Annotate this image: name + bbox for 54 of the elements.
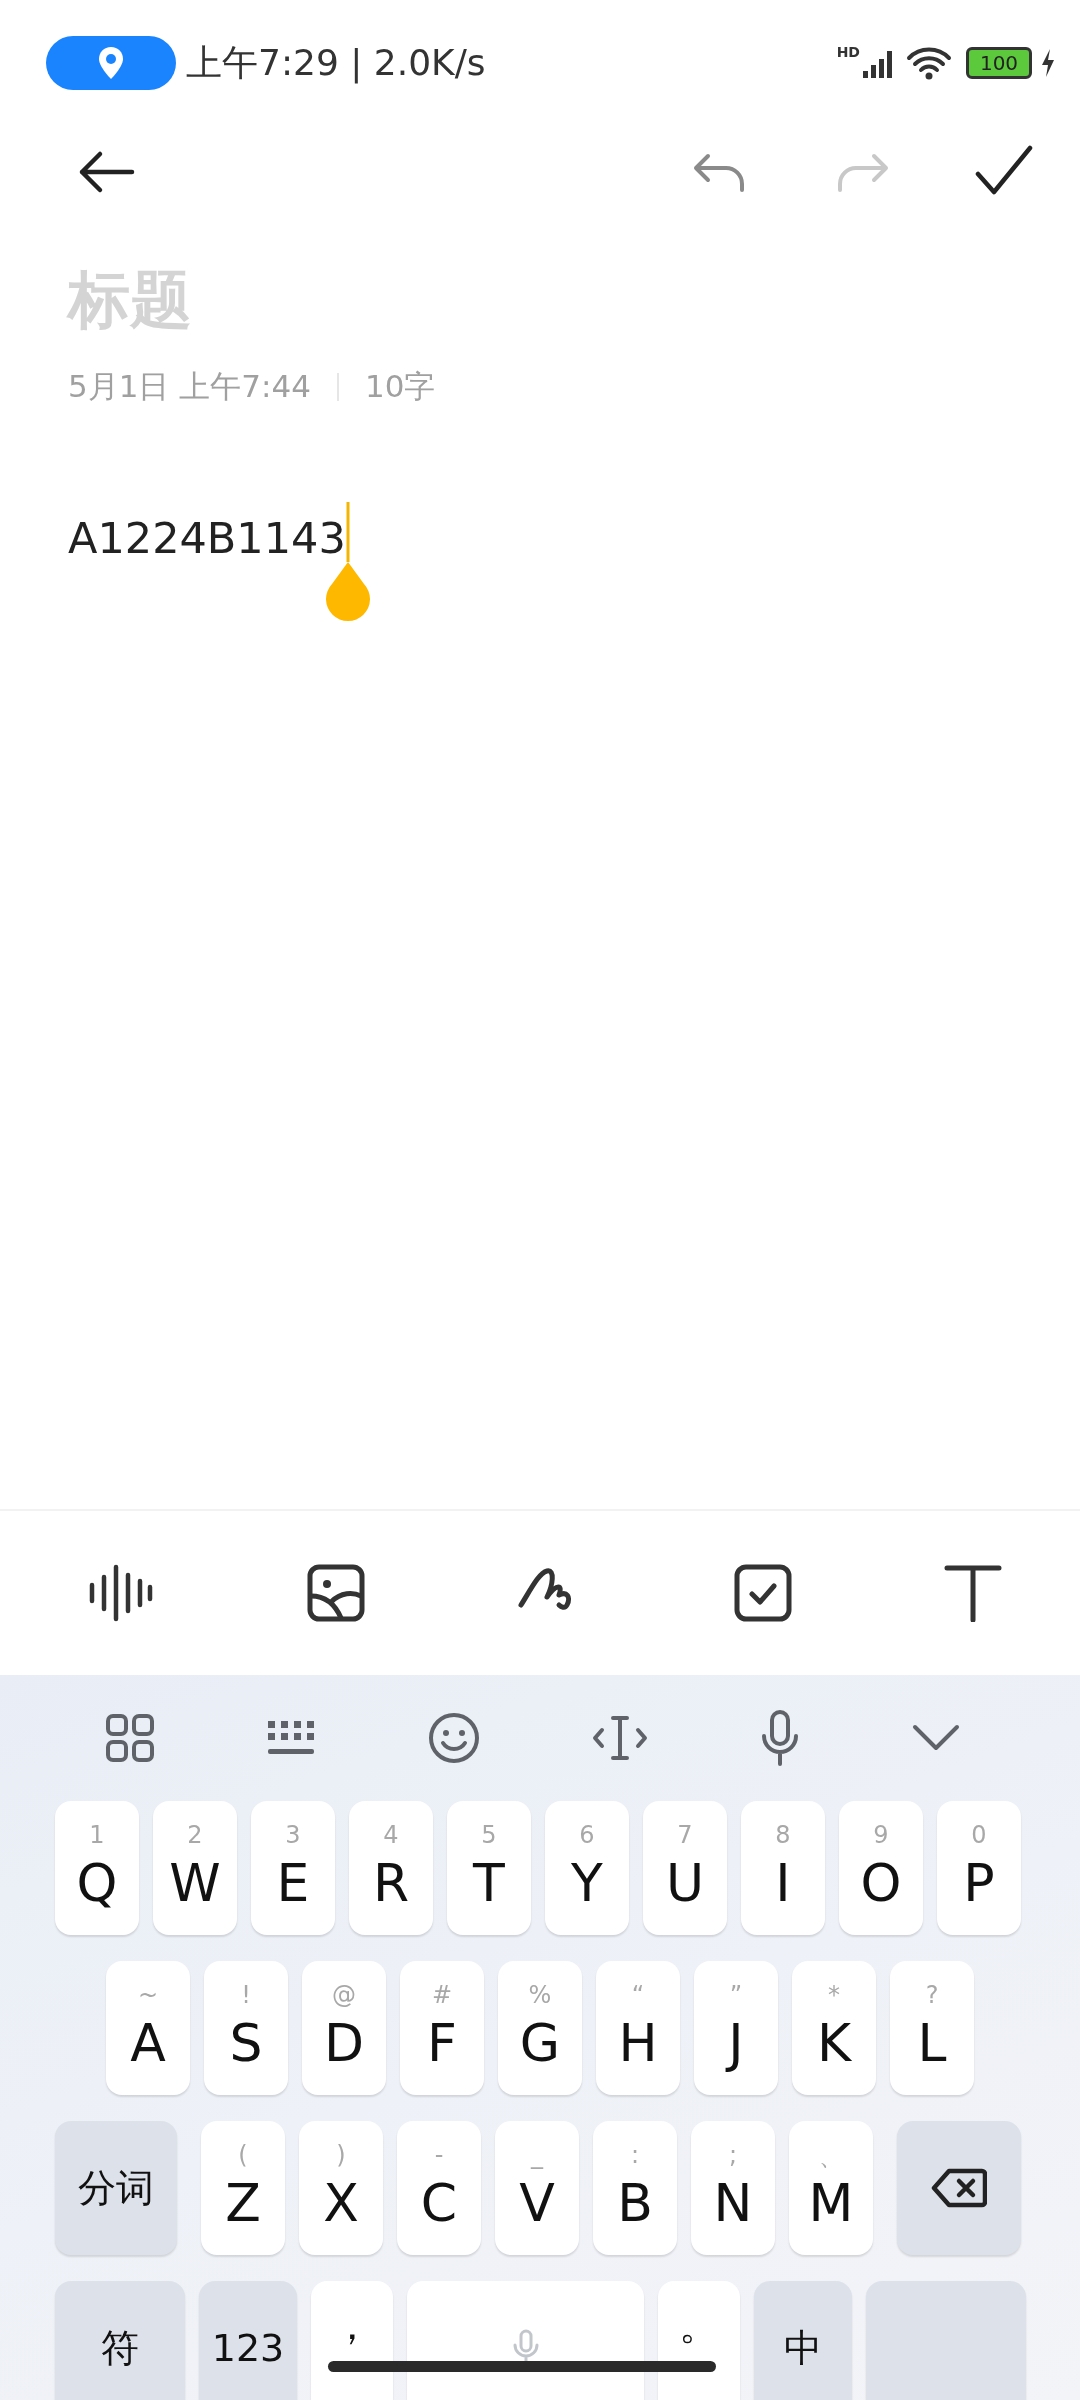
collapse-chevron-icon[interactable] [912, 1724, 960, 1752]
apps-grid-icon[interactable] [106, 1714, 154, 1762]
letter-key[interactable]: - C [397, 2121, 481, 2255]
letter-key[interactable]: * K [792, 1961, 876, 2095]
word-count: 10字 [364, 367, 436, 406]
letter-key[interactable]: 5 T [447, 1801, 531, 1935]
microphone-icon[interactable] [760, 1710, 800, 1766]
letter-key[interactable]: ? L [890, 1961, 974, 2095]
backspace-icon [931, 2168, 987, 2208]
letter-key[interactable]: 1 Q [55, 1801, 139, 1935]
letter-key[interactable]: ( Z [201, 2121, 285, 2255]
letter-key[interactable]: ! S [204, 1961, 288, 2095]
emoji-icon[interactable] [428, 1712, 480, 1764]
letter-key[interactable]: _ V [495, 2121, 579, 2255]
keyboard-icon[interactable] [266, 1719, 316, 1757]
wifi-icon [906, 46, 952, 80]
letter-key[interactable]: : B [593, 2121, 677, 2255]
letter-key[interactable]: % G [498, 1961, 582, 2095]
letter-key[interactable]: 0 P [937, 1801, 1021, 1935]
backspace-key[interactable] [897, 2121, 1021, 2255]
battery-level: 100 [979, 51, 1019, 75]
location-pin-icon [97, 46, 125, 80]
letter-key[interactable]: @ D [302, 1961, 386, 2095]
status-time: 上午7:29 | 2.0K/s [186, 40, 486, 86]
punctuation-key[interactable]: 。 [658, 2281, 740, 2400]
function-key[interactable]: 符 [55, 2281, 185, 2400]
function-key[interactable]: 中 [754, 2281, 852, 2400]
letter-key[interactable]: 9 O [839, 1801, 923, 1935]
text-format-icon[interactable] [944, 1564, 1002, 1622]
space-key[interactable] [407, 2281, 644, 2400]
function-key[interactable]: 分词 [55, 2121, 177, 2255]
voice-wave-icon[interactable] [88, 1563, 154, 1623]
letter-key[interactable]: 3 E [251, 1801, 335, 1935]
note-body[interactable]: A1224B1143 [68, 508, 346, 568]
image-icon[interactable] [306, 1564, 365, 1622]
letter-key[interactable]: “ H [596, 1961, 680, 2095]
cursor-move-icon[interactable] [592, 1714, 648, 1762]
note-date: 5月1日 上午7:44 [68, 367, 311, 406]
letter-key[interactable]: ~ A [106, 1961, 190, 2095]
letter-key[interactable]: ; N [691, 2121, 775, 2255]
location-pill[interactable] [46, 36, 176, 90]
letter-key[interactable]: 2 W [153, 1801, 237, 1935]
checkbox-icon[interactable] [733, 1564, 792, 1622]
letter-key[interactable]: 、 M [789, 2121, 873, 2255]
letter-key[interactable]: 4 R [349, 1801, 433, 1935]
function-key[interactable]: 123 [199, 2281, 297, 2400]
letter-key[interactable]: 8 I [741, 1801, 825, 1935]
letter-key[interactable]: 6 Y [545, 1801, 629, 1935]
punctuation-key[interactable]: ， [311, 2281, 393, 2400]
letter-key[interactable]: ) X [299, 2121, 383, 2255]
letter-key[interactable]: ” J [694, 1961, 778, 2095]
letter-key[interactable]: 7 U [643, 1801, 727, 1935]
letter-key[interactable]: # F [400, 1961, 484, 2095]
network-label: HD [836, 44, 860, 60]
